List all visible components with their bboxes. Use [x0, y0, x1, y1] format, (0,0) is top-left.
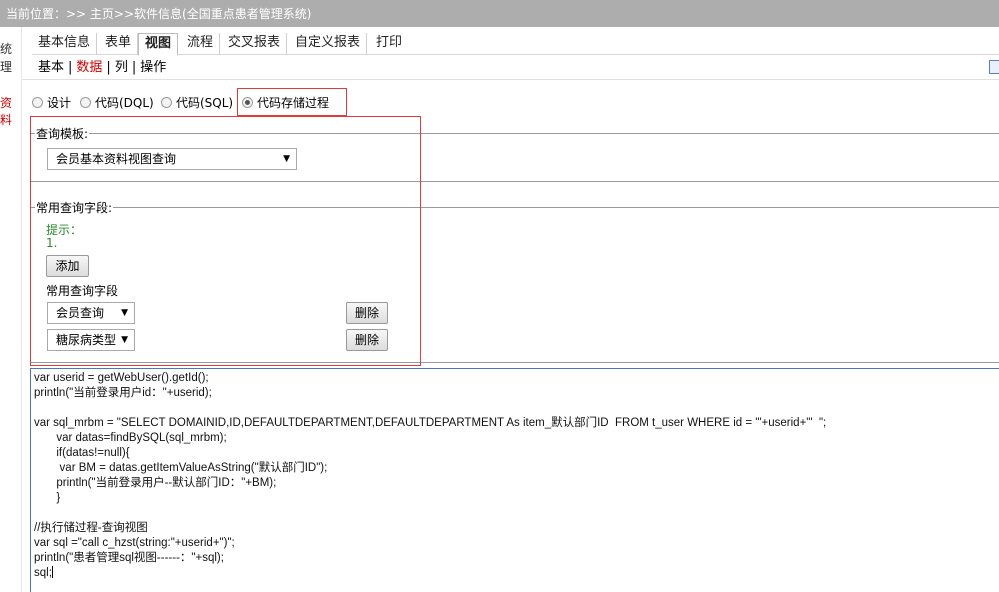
radio-code-dql[interactable]: 代码(DQL) — [80, 94, 154, 112]
tab-basic-info[interactable]: 基本信息 — [32, 33, 98, 55]
code-line-4: var sql_mrbm = "SELECT DOMAINID,ID,DEFAU… — [34, 417, 827, 429]
highlight-box-radio — [237, 88, 347, 116]
left-sidebar-strip: 统 理 资料 — [0, 27, 22, 592]
code-line-9: } — [34, 492, 61, 504]
code-line-1: var userid = getWebUser().getId(); — [34, 372, 209, 384]
tab-form[interactable]: 表单 — [99, 33, 139, 55]
main-content: 基本信息 表单 视图 流程 交叉报表 自定义报表 打印 基本 | 数据 | 列 | 操作 设… — [22, 27, 999, 592]
radio-design[interactable]: 设计 — [32, 94, 71, 112]
panel-toggle-icon[interactable] — [989, 60, 999, 74]
highlight-box-fields — [30, 116, 421, 366]
subnav-columns[interactable]: 列 — [115, 60, 128, 75]
divider — [22, 79, 999, 80]
code-line-7: var BM = datas.getItemValueAsString("默认部… — [34, 462, 328, 474]
code-line-14-text: sql; — [34, 567, 52, 579]
radio-circle-icon — [32, 97, 43, 108]
radio-circle-icon — [80, 97, 91, 108]
code-editor[interactable]: var userid = getWebUser().getId(); print… — [30, 368, 999, 592]
subnav-actions[interactable]: 操作 — [140, 60, 166, 75]
subnav-separator: | — [106, 60, 111, 75]
radio-label: 代码(SQL) — [176, 96, 234, 110]
sidebar-fragment-1[interactable]: 统 — [0, 40, 12, 57]
subnav-separator: | — [68, 60, 73, 75]
code-line-8: println("当前登录用户--默认部门ID："+BM); — [34, 477, 277, 489]
tab-flow[interactable]: 流程 — [181, 33, 221, 55]
code-line-6: if(datas!=null){ — [34, 447, 130, 459]
code-line-12: var sql ="call c_hzst(string:"+userid+")… — [34, 537, 235, 549]
tab-custom-report[interactable]: 自定义报表 — [289, 33, 368, 55]
code-line-2: println("当前登录用户id："+userid); — [34, 387, 212, 399]
code-line-11: //执行储过程-查询视图 — [34, 522, 148, 534]
sub-navigation: 基本 | 数据 | 列 | 操作 — [38, 59, 166, 77]
subnav-data[interactable]: 数据 — [76, 60, 102, 75]
radio-code-sql[interactable]: 代码(SQL) — [161, 94, 233, 112]
tab-crosstab-report[interactable]: 交叉报表 — [222, 33, 288, 55]
radio-circle-icon — [161, 97, 172, 108]
text-cursor — [51, 566, 53, 578]
tab-bar: 基本信息 表单 视图 流程 交叉报表 自定义报表 打印 — [32, 31, 999, 56]
code-line-13: println("患者管理sql视图------："+sql); — [34, 552, 224, 564]
sidebar-fragment-3[interactable]: 资料 — [0, 94, 21, 128]
code-line-5: var datas=findBySQL(sql_mrbm); — [34, 432, 227, 444]
tab-print[interactable]: 打印 — [370, 33, 408, 55]
subnav-basic[interactable]: 基本 — [38, 60, 64, 75]
radio-label: 代码(DQL) — [95, 96, 154, 110]
code-line-14: sql; — [34, 566, 53, 581]
subnav-separator: | — [131, 60, 137, 75]
sidebar-fragment-2[interactable]: 理 — [0, 58, 12, 75]
breadcrumb: 当前位置：>> 主页>>软件信息(全国重点患者管理系统) — [0, 0, 999, 27]
radio-label: 设计 — [47, 96, 72, 110]
tab-view[interactable]: 视图 — [138, 33, 179, 56]
